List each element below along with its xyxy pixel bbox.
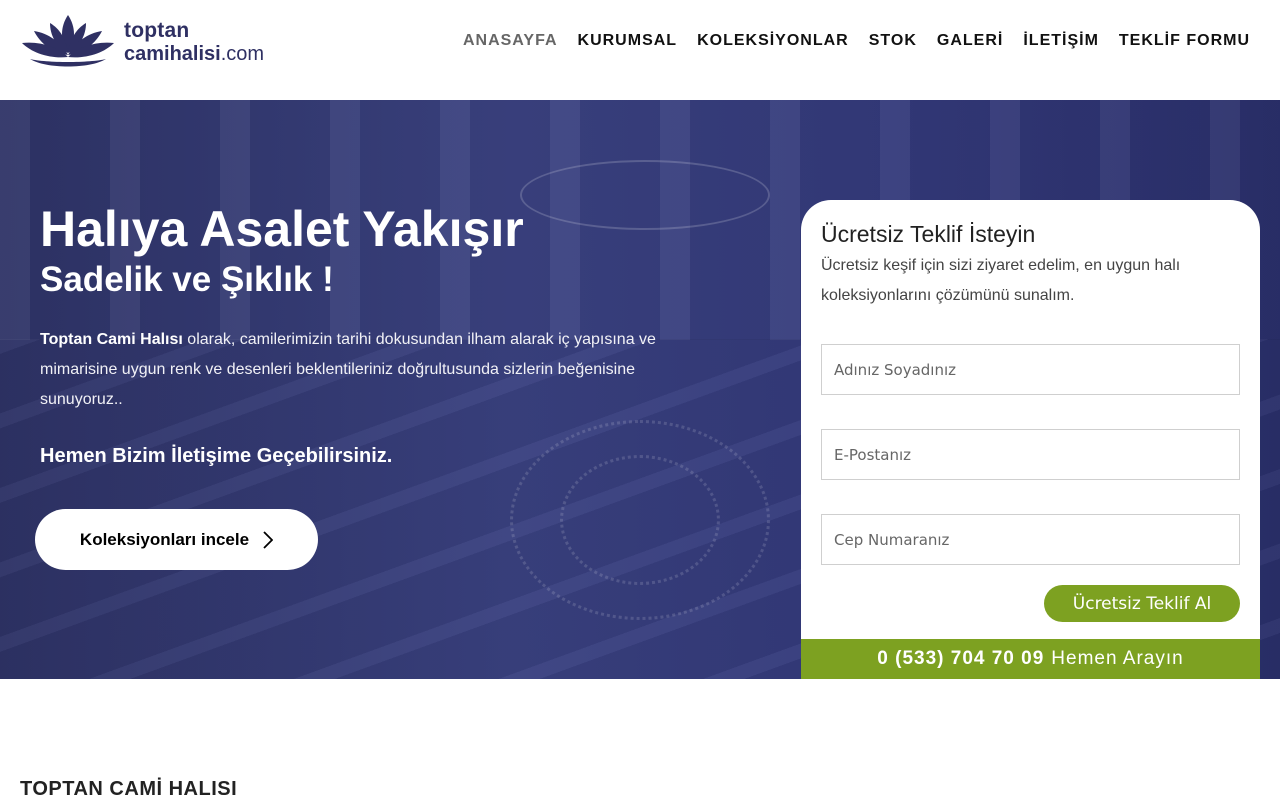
hero-description-bold: Toptan Cami Halısı <box>40 331 183 348</box>
hero-background-rosette-inner <box>560 455 720 585</box>
nav-item-iletisim[interactable]: İLETİŞİM <box>1023 32 1099 50</box>
chevron-right-icon <box>263 530 274 549</box>
logo-line2: camihalisi.com <box>124 44 264 64</box>
logo-line1: toptan <box>124 19 190 42</box>
section-title: TOPTAN CAMİ HALISI <box>20 778 238 800</box>
phone-number: 0 (533) 704 70 09 <box>877 648 1045 669</box>
hero-background-chandelier <box>520 160 770 230</box>
nav-item-kurumsal[interactable]: KURUMSAL <box>578 32 678 50</box>
lotus-logo-icon <box>22 15 114 67</box>
site-header: toptan camihalisi.com ANASAYFA KURUMSAL … <box>0 0 1280 100</box>
hero-subtitle: Sadelik ve Şıklık ! <box>40 260 334 299</box>
call-now-label: Hemen Arayın <box>1051 648 1184 669</box>
nav-item-stok[interactable]: STOK <box>869 32 917 50</box>
phone-field[interactable] <box>821 514 1240 565</box>
logo-line2-domain: .com <box>220 43 265 65</box>
nav-item-anasayfa[interactable]: ANASAYFA <box>463 32 558 50</box>
quote-form-description: Ücretsiz keşif için sizi ziyaret edelim,… <box>821 257 1181 304</box>
nav-item-koleksiyonlar[interactable]: KOLEKSİYONLAR <box>697 32 849 50</box>
hero-title: Halıya Asalet Yakışır <box>40 201 524 257</box>
nav-item-teklif-formu[interactable]: TEKLİF FORMU <box>1119 32 1250 50</box>
email-field[interactable] <box>821 429 1240 480</box>
logo-wordmark: toptan camihalisi.com <box>124 20 264 64</box>
hero-contact-text: Hemen Bizim İletişime Geçebilirsiniz. <box>40 445 393 467</box>
get-quote-button[interactable]: Ücretsiz Teklif Al <box>1044 585 1240 622</box>
hero-description: Toptan Cami Halısı olarak, camilerimizin… <box>40 325 700 415</box>
collections-button-label: Koleksiyonları incele <box>79 529 250 549</box>
name-field[interactable] <box>821 344 1240 395</box>
call-now-bar[interactable]: 0 (533) 704 70 09 Hemen Arayın <box>801 639 1260 679</box>
nav-item-galeri[interactable]: GALERİ <box>937 32 1003 50</box>
collections-button[interactable]: Koleksiyonları incele <box>35 509 318 570</box>
main-nav: ANASAYFA KURUMSAL KOLEKSİYONLAR STOK GAL… <box>443 32 1250 50</box>
quote-form-card: Ücretsiz Teklif İsteyin Ücretsiz keşif i… <box>801 200 1260 679</box>
quote-form-title: Ücretsiz Teklif İsteyin <box>821 221 1036 247</box>
site-logo[interactable]: toptan camihalisi.com <box>20 12 270 72</box>
logo-line2-bold: camihalisi <box>124 43 221 65</box>
